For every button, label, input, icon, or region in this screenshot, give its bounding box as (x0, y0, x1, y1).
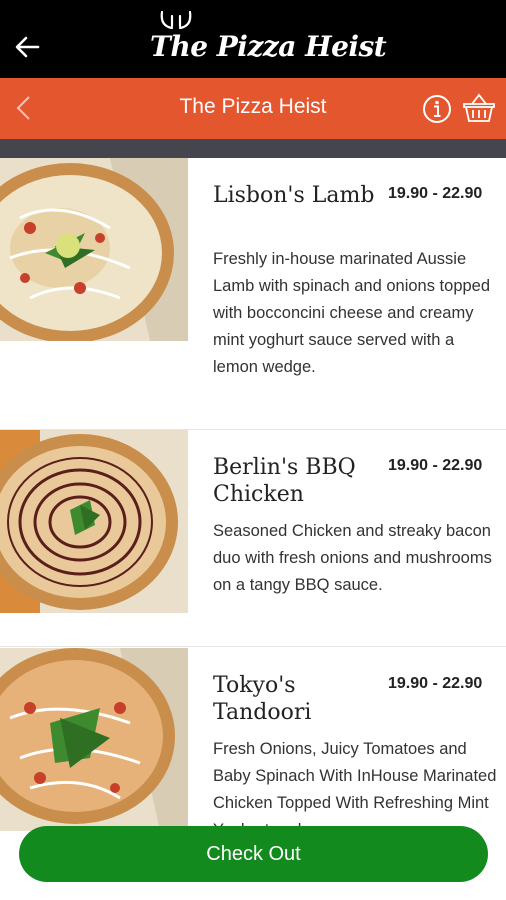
logo-text: The Pizza Heist (150, 30, 387, 63)
item-price: 19.90 - 22.90 (388, 457, 483, 474)
pizza-image (0, 430, 188, 613)
checkout-button[interactable]: Check Out (19, 826, 488, 882)
item-name: Tokyo's Tandoori (213, 673, 312, 725)
arrow-left-icon[interactable] (14, 34, 40, 60)
item-name: Lisbon's Lamb (213, 183, 375, 208)
item-separator (0, 646, 506, 647)
pizza-image (0, 648, 188, 831)
top-bar: The Pizza Heist (0, 0, 506, 78)
pizza-heist-logo: The Pizza Heist (150, 8, 387, 72)
pizza-image (0, 158, 188, 341)
menu-list: Lisbon's Lamb 19.90 - 22.90 Freshly in-h… (0, 158, 506, 900)
info-icon[interactable] (422, 94, 452, 124)
item-price: 19.90 - 22.90 (388, 675, 483, 692)
menu-item[interactable]: Lisbon's Lamb 19.90 - 22.90 Freshly in-h… (0, 158, 506, 429)
menu-item[interactable]: Berlin's BBQ Chicken 19.90 - 22.90 Seaso… (0, 430, 506, 646)
item-name: Berlin's BBQ Chicken (213, 455, 356, 507)
basket-icon[interactable] (462, 92, 496, 124)
item-description: Seasoned Chicken and streaky bacon duo w… (213, 522, 492, 594)
divider-strip (0, 139, 506, 158)
item-description: Freshly in-house marinated Aussie Lamb w… (213, 250, 491, 376)
item-price: 19.90 - 22.90 (388, 185, 483, 202)
